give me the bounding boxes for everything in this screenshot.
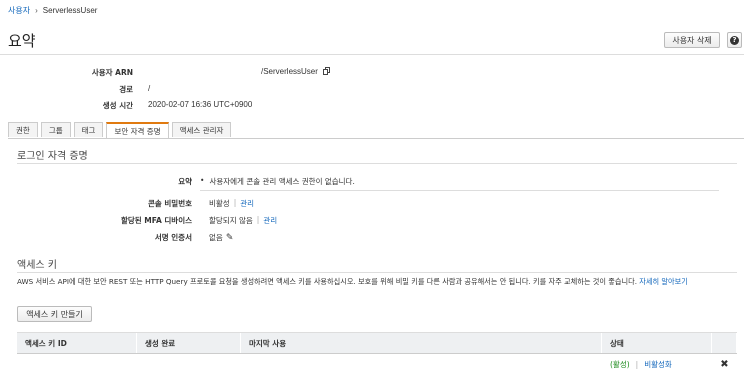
tab-groups[interactable]: 그룹 bbox=[40, 122, 71, 137]
mfa-value: 할당되지 않음 bbox=[209, 216, 253, 225]
tab-bar: 권한 그룹 태그 보안 자격 증명 액세스 관리자 bbox=[8, 122, 232, 138]
created-label: 생성 시간 bbox=[102, 101, 133, 110]
help-button[interactable]: ? bbox=[727, 32, 742, 48]
header-divider bbox=[0, 54, 744, 55]
pencil-icon[interactable]: ✎ bbox=[226, 233, 234, 243]
login-divider bbox=[17, 163, 737, 164]
path-label: 경로 bbox=[119, 85, 133, 94]
status-cell: (활성) | 비활성화 bbox=[602, 359, 712, 370]
console-password-value: 비활성 bbox=[209, 199, 230, 208]
bullet: • bbox=[200, 176, 205, 185]
login-summary-value-row: • 사용자에게 콘솔 관리 액세스 권한이 없습니다. bbox=[200, 176, 355, 187]
access-keys-description: AWS 서비스 API에 대한 보안 REST 또는 HTTP Query 프로… bbox=[17, 277, 637, 286]
console-password-row: 비활성 | 관리 bbox=[209, 198, 254, 209]
delete-user-button[interactable]: 사용자 삭제 bbox=[664, 32, 720, 48]
arn-label: 사용자 ARN bbox=[91, 68, 133, 77]
learn-more-link[interactable]: 자세히 알아보기 bbox=[639, 277, 688, 286]
tab-security-credentials[interactable]: 보안 자격 증명 bbox=[106, 122, 169, 138]
created-value: 2020-02-07 16:36 UTC+0900 bbox=[148, 100, 253, 109]
login-credentials-title: 로그인 자격 증명 bbox=[17, 151, 88, 162]
breadcrumb-current: ServerlessUser bbox=[42, 6, 98, 15]
login-summary-label: 요약 bbox=[178, 177, 192, 186]
tab-divider bbox=[8, 138, 744, 139]
column-header-status[interactable]: 상태 bbox=[602, 333, 712, 353]
tab-tags[interactable]: 태그 bbox=[73, 122, 104, 137]
access-keys-description-block: AWS 서비스 API에 대한 보안 REST 또는 HTTP Query 프로… bbox=[17, 276, 737, 287]
breadcrumb-separator: › bbox=[35, 6, 38, 15]
mfa-row: 할당되지 않음 | 관리 bbox=[209, 215, 277, 226]
arn-value-row: /ServerlessUser bbox=[261, 67, 331, 76]
pipe-separator: | bbox=[256, 215, 260, 224]
create-access-key-button[interactable]: 액세스 키 만들기 bbox=[17, 306, 92, 322]
table-header: 액세스 키 ID 생성 완료 마지막 사용 상태 bbox=[17, 332, 737, 354]
console-password-manage-link[interactable]: 관리 bbox=[240, 198, 254, 209]
table-row: (활성) | 비활성화 ✖ bbox=[17, 354, 737, 374]
column-header-key-id[interactable]: 액세스 키 ID bbox=[17, 333, 137, 353]
column-header-actions bbox=[712, 333, 737, 353]
tab-access-advisor[interactable]: 액세스 관리자 bbox=[171, 122, 232, 137]
console-password-label: 콘솔 비밀번호 bbox=[147, 199, 192, 208]
login-summary-value: 사용자에게 콘솔 관리 액세스 권한이 없습니다. bbox=[209, 177, 355, 186]
breadcrumb-users-link[interactable]: 사용자 bbox=[8, 5, 30, 16]
arn-value: /ServerlessUser bbox=[261, 67, 318, 76]
pipe-separator: | bbox=[233, 198, 237, 207]
access-keys-title: 액세스 키 bbox=[17, 260, 57, 271]
mfa-label: 할당된 MFA 디바이스 bbox=[120, 216, 192, 225]
signing-cert-row: 없음 ✎ bbox=[209, 232, 233, 243]
help-icon: ? bbox=[730, 35, 739, 45]
deactivate-link[interactable]: 비활성화 bbox=[644, 359, 672, 370]
tab-permissions[interactable]: 권한 bbox=[8, 122, 38, 137]
signing-cert-value: 없음 bbox=[209, 233, 223, 242]
pipe-separator: | bbox=[635, 359, 639, 369]
delete-key-icon[interactable]: ✖ bbox=[712, 359, 737, 370]
copy-icon[interactable] bbox=[322, 67, 331, 76]
access-keys-table: 액세스 키 ID 생성 완료 마지막 사용 상태 (활성) | 비활성화 ✖ bbox=[17, 332, 737, 374]
signing-cert-label: 서명 인증서 bbox=[154, 233, 192, 242]
access-keys-divider bbox=[17, 272, 737, 273]
column-header-last-used[interactable]: 마지막 사용 bbox=[241, 333, 602, 353]
breadcrumb: 사용자 › ServerlessUser bbox=[8, 5, 97, 16]
mfa-manage-link[interactable]: 관리 bbox=[263, 215, 277, 226]
column-header-created[interactable]: 생성 완료 bbox=[137, 333, 241, 353]
summary-divider bbox=[200, 190, 719, 191]
status-badge: (활성) bbox=[610, 359, 630, 369]
path-value: / bbox=[148, 84, 151, 93]
page-title: 요약 bbox=[8, 32, 36, 50]
